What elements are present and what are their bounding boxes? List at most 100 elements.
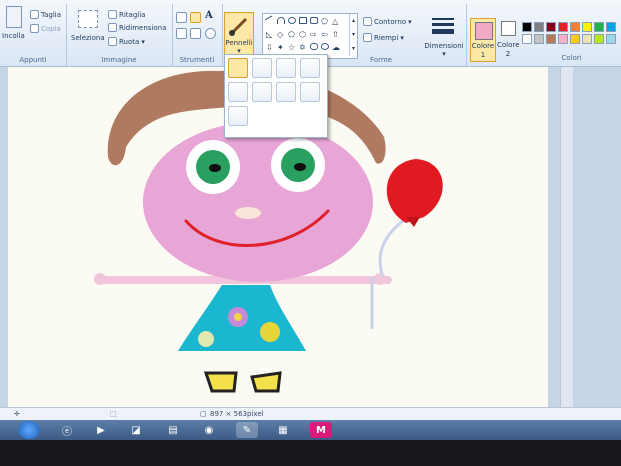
start-button[interactable]: [18, 421, 40, 439]
hexagon-shape-icon[interactable]: ⬡: [299, 30, 307, 39]
brush-option[interactable]: [228, 58, 248, 78]
oval-shape-icon[interactable]: [288, 17, 296, 24]
left-shoe: [203, 371, 238, 393]
paint-taskbar-icon[interactable]: ✎: [236, 422, 258, 438]
app-icon[interactable]: ◪: [125, 422, 147, 438]
outline-button[interactable]: Contorno ▾: [363, 17, 412, 26]
resize-button[interactable]: Ridimensiona: [108, 23, 166, 32]
internet-explorer-icon[interactable]: ⓔ: [56, 422, 78, 438]
brush-option[interactable]: [300, 82, 320, 102]
size-icon: [432, 18, 454, 20]
pentagon-shape-icon[interactable]: ⬠: [288, 30, 296, 39]
rotate-button[interactable]: Ruota ▾: [108, 37, 145, 46]
arrow-right-shape-icon[interactable]: ⇨: [310, 30, 318, 39]
chevron-down-icon: ▾: [141, 37, 145, 46]
chevron-down-icon: ▾: [442, 50, 446, 58]
curve-shape-icon[interactable]: [277, 17, 285, 24]
shapes-scroll[interactable]: ▴ ▾ ▾: [349, 14, 357, 56]
paste-icon: [6, 6, 22, 28]
star4-shape-icon[interactable]: ✦: [277, 43, 285, 52]
palette-swatch[interactable]: [606, 22, 616, 32]
taskbar: ⓔ ▶ ◪ ▤ ◉ ✎ ▦ M: [0, 420, 621, 440]
brush-option[interactable]: [228, 106, 248, 126]
palette-swatch[interactable]: [558, 22, 568, 32]
brush-option[interactable]: [228, 82, 248, 102]
fill-button[interactable]: Riempi ▾: [363, 33, 404, 42]
rotate-icon: [108, 37, 117, 46]
palette-swatch[interactable]: [594, 22, 604, 32]
brushes-dropdown: [224, 54, 328, 138]
palette-swatch[interactable]: [570, 34, 580, 44]
arrow-up-shape-icon[interactable]: ⇧: [332, 30, 340, 39]
diamond-shape-icon[interactable]: ◇: [277, 30, 285, 39]
palette-swatch[interactable]: [558, 34, 568, 44]
screen: Incolla Taglia Copia Appunti Seleziona R…: [0, 0, 621, 440]
star6-shape-icon[interactable]: ✡: [299, 43, 307, 52]
right-shoe: [250, 371, 282, 393]
brush-option[interactable]: [276, 82, 296, 102]
shapes-gallery[interactable]: ⬠ △ ◺ ◇ ⬠ ⬡ ⇨ ⇦ ⇧ ⇩ ✦ ☆ ✡ ☁ ▴ ▾ ▾: [262, 13, 358, 59]
palette-swatch[interactable]: [522, 22, 532, 32]
eraser-icon[interactable]: [176, 28, 187, 39]
vertical-scrollbar[interactable]: [560, 67, 573, 407]
brushes-label: Pennelli: [225, 39, 253, 47]
rounded-rectangle-shape-icon[interactable]: [310, 17, 318, 24]
palette-swatch[interactable]: [534, 22, 544, 32]
brush-option[interactable]: [300, 58, 320, 78]
arrow-down-shape-icon[interactable]: ⇩: [266, 43, 274, 52]
flower-yellow: [260, 322, 280, 342]
select-button[interactable]: Seleziona: [71, 34, 105, 42]
palette-swatch[interactable]: [606, 34, 616, 44]
color1-button[interactable]: Colore 1: [470, 18, 496, 62]
fill-icon: [363, 33, 372, 42]
callout-cloud-shape-icon[interactable]: ☁: [332, 43, 340, 52]
pencil-icon[interactable]: [176, 12, 187, 23]
paste-button[interactable]: Incolla: [2, 32, 25, 40]
text-tool-icon[interactable]: A: [205, 10, 213, 21]
app-m-icon[interactable]: M: [310, 422, 332, 438]
palette-swatch[interactable]: [570, 22, 580, 32]
magnifier-icon[interactable]: [205, 28, 216, 39]
callout-oval-shape-icon[interactable]: [321, 43, 329, 50]
brush-option[interactable]: [252, 58, 272, 78]
polygon-shape-icon[interactable]: ⬠: [321, 17, 329, 26]
palette-swatch[interactable]: [594, 34, 604, 44]
color2-swatch: [501, 21, 516, 36]
star5-shape-icon[interactable]: ☆: [288, 43, 296, 52]
brush-option[interactable]: [276, 58, 296, 78]
triangle-shape-icon[interactable]: △: [332, 17, 340, 26]
brush-option[interactable]: [252, 82, 272, 102]
color2-button[interactable]: Colore 2: [497, 18, 519, 60]
palette-swatch[interactable]: [582, 34, 592, 44]
palette-swatch[interactable]: [582, 22, 592, 32]
image-group: Seleziona Ritaglia Ridimensiona Ruota ▾ I…: [66, 4, 173, 66]
chevron-down-icon: ▾: [400, 33, 404, 42]
resize-icon: [108, 23, 117, 32]
copy-button[interactable]: Copia: [30, 24, 61, 33]
palette-swatch[interactable]: [546, 22, 556, 32]
firefox-icon[interactable]: ◉: [198, 422, 220, 438]
folder-icon[interactable]: ▤: [162, 422, 184, 438]
palette-swatch[interactable]: [534, 34, 544, 44]
media-player-icon[interactable]: ▶: [90, 422, 112, 438]
right-triangle-shape-icon[interactable]: ◺: [266, 30, 274, 39]
arrow-left-shape-icon[interactable]: ⇦: [321, 30, 329, 39]
palette-swatch[interactable]: [522, 34, 532, 44]
image-group-label: Immagine: [101, 56, 137, 64]
palette-swatch[interactable]: [546, 34, 556, 44]
rectangle-shape-icon[interactable]: [299, 17, 307, 24]
cursor-position-icon: ✛: [14, 410, 20, 418]
crop-icon: [108, 10, 117, 19]
app2-icon[interactable]: ▦: [272, 422, 294, 438]
left-hand: [94, 273, 106, 285]
color-picker-icon[interactable]: [190, 28, 201, 39]
size-button[interactable]: Dimensioni ▾: [424, 14, 464, 58]
cut-button[interactable]: Taglia: [30, 10, 61, 19]
callout-rect-shape-icon[interactable]: [310, 43, 318, 50]
crop-button[interactable]: Ritaglia: [108, 10, 145, 19]
fill-bucket-icon[interactable]: [190, 12, 201, 23]
balloon: [386, 159, 443, 223]
right-hand: [374, 273, 386, 285]
brushes-button[interactable]: Pennelli ▾: [224, 12, 254, 58]
line-shape-icon[interactable]: [264, 15, 276, 26]
